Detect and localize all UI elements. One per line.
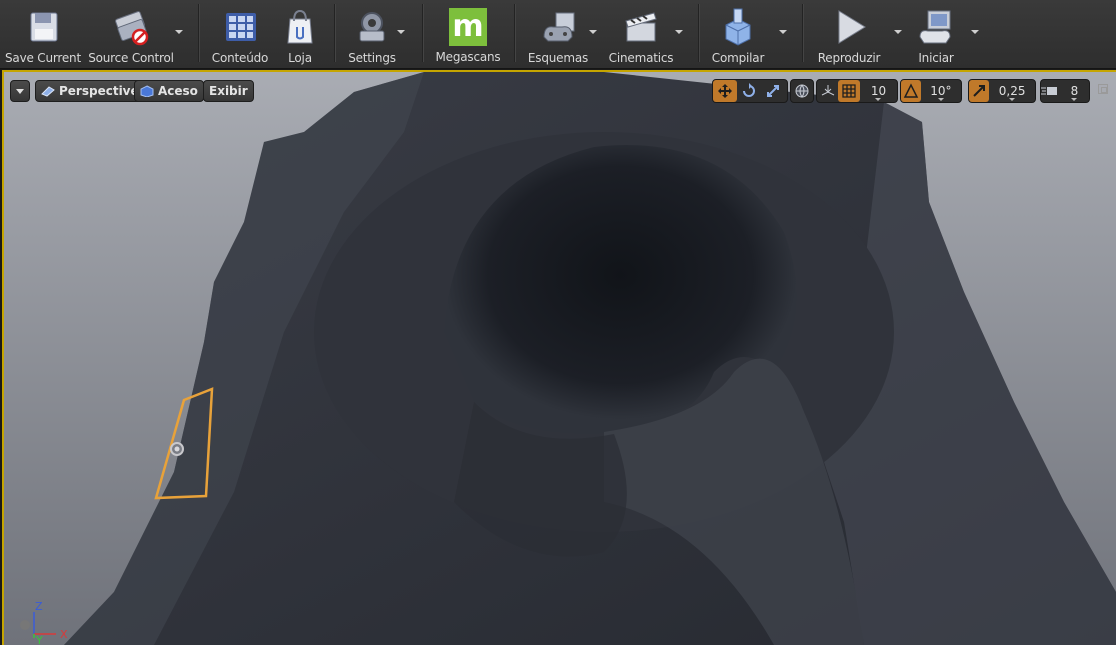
cinematics-button[interactable]: Cinematics	[604, 0, 678, 66]
maximize-viewport-icon[interactable]	[1098, 84, 1108, 94]
perspective-button[interactable]: Perspective	[35, 80, 145, 102]
grid-snap-toggle[interactable]	[838, 80, 860, 102]
axis-z-label: Z	[35, 600, 43, 613]
megascans-label: Megascans	[435, 50, 501, 64]
build-button[interactable]: Compilar	[706, 0, 770, 66]
settings-button[interactable]: Settings	[342, 0, 402, 66]
toolbar-separator	[698, 4, 699, 62]
terrain-scene[interactable]	[4, 72, 1116, 645]
scale-snap-icon	[973, 85, 986, 97]
toolbar-separator	[422, 4, 423, 62]
grid-icon	[842, 84, 856, 98]
camera-speed-group[interactable]: 8	[1040, 79, 1090, 103]
blueprints-label: Esquemas	[527, 51, 589, 65]
axis-x-label: X	[60, 628, 68, 641]
settings-label: Settings	[348, 51, 396, 65]
megascans-icon: m	[449, 8, 487, 46]
coordinate-system-button[interactable]	[790, 79, 814, 103]
megascans-letter: m	[452, 9, 484, 44]
scale-icon	[767, 85, 779, 97]
cinematics-label: Cinematics	[608, 51, 674, 65]
launch-label: Iniciar	[918, 51, 954, 65]
blueprints-button[interactable]: Esquemas	[524, 0, 592, 66]
perspective-icon	[41, 86, 55, 97]
help-icon	[20, 620, 30, 630]
grid-snap-group: 10	[816, 79, 898, 103]
transform-mode-toolbar	[712, 79, 788, 103]
rotate-icon	[743, 83, 755, 97]
store-button[interactable]: Loja	[276, 0, 324, 66]
lighting-mode-label: Aceso	[158, 84, 198, 98]
perspective-label: Perspective	[59, 84, 139, 98]
blueprints-dropdown-arrow[interactable]	[589, 30, 597, 34]
build-label: Compilar	[711, 51, 765, 65]
chevron-down-icon	[16, 88, 24, 94]
rotation-snap-toggle[interactable]	[901, 80, 921, 102]
source-control-label: Source Control	[88, 51, 174, 65]
axis-indicator: Z X Y	[33, 600, 68, 644]
level-viewport[interactable]: Perspective Aceso Exibir 10 10° 0,25 8 Z…	[2, 70, 1116, 645]
launch-icon	[916, 7, 956, 47]
surface-snap-button[interactable]	[817, 80, 838, 102]
save-icon	[23, 7, 63, 47]
viewport-options-dropdown[interactable]	[10, 80, 30, 102]
main-toolbar: Save Current Source Control Conteúdo Loj…	[0, 0, 1116, 69]
content-button[interactable]: Conteúdo	[208, 0, 272, 66]
toolbar-separator	[802, 4, 803, 62]
settings-icon	[352, 7, 392, 47]
play-icon	[829, 7, 869, 47]
toolbar-separator	[514, 4, 515, 62]
save-current-label: Save Current	[5, 51, 81, 65]
play-button[interactable]: Reproduzir	[812, 0, 886, 66]
content-icon	[220, 7, 260, 47]
blueprints-icon	[538, 7, 578, 47]
cinematics-icon	[621, 7, 661, 47]
rotation-snap-value[interactable]: 10°	[921, 80, 961, 102]
launch-dropdown-arrow[interactable]	[971, 30, 979, 34]
scale-mode-button[interactable]	[761, 80, 785, 102]
lighting-mode-button[interactable]: Aceso	[134, 80, 204, 102]
grid-snap-value[interactable]: 10	[860, 80, 897, 102]
show-button[interactable]: Exibir	[203, 80, 254, 102]
play-dropdown-arrow[interactable]	[894, 30, 902, 34]
build-icon	[718, 7, 758, 47]
move-arrows-icon	[718, 84, 732, 98]
source-control-button[interactable]: Source Control	[88, 0, 174, 66]
scale-snap-group: 0,25	[968, 79, 1036, 103]
rotation-snap-group: 10°	[900, 79, 962, 103]
content-label: Conteúdo	[211, 51, 269, 65]
show-label: Exibir	[209, 84, 248, 98]
settings-dropdown-arrow[interactable]	[397, 30, 405, 34]
translate-mode-button[interactable]	[713, 80, 737, 102]
scale-snap-value[interactable]: 0,25	[989, 80, 1035, 102]
toolbar-separator	[334, 4, 335, 62]
camera-speed-value: 8	[1060, 80, 1089, 102]
cinematics-dropdown-arrow[interactable]	[675, 30, 683, 34]
toolbar-separator	[198, 4, 199, 62]
scale-snap-toggle[interactable]	[969, 80, 990, 102]
source-control-dropdown-arrow[interactable]	[175, 30, 183, 34]
build-dropdown-arrow[interactable]	[779, 30, 787, 34]
store-icon	[280, 7, 320, 47]
save-current-button[interactable]: Save Current	[4, 0, 82, 66]
rotate-mode-button[interactable]	[737, 80, 761, 102]
selected-actor-outline[interactable]	[150, 384, 220, 502]
globe-icon	[795, 84, 809, 98]
angle-icon	[903, 83, 919, 98]
surface-snap-icon	[821, 85, 834, 96]
store-label: Loja	[288, 51, 312, 65]
megascans-button[interactable]: m Megascans	[430, 0, 506, 66]
camera-speed-icon	[1041, 87, 1058, 95]
play-label: Reproduzir	[817, 51, 881, 65]
lit-cube-icon	[140, 85, 154, 97]
source-control-icon	[111, 7, 151, 47]
launch-button[interactable]: Iniciar	[910, 0, 962, 66]
